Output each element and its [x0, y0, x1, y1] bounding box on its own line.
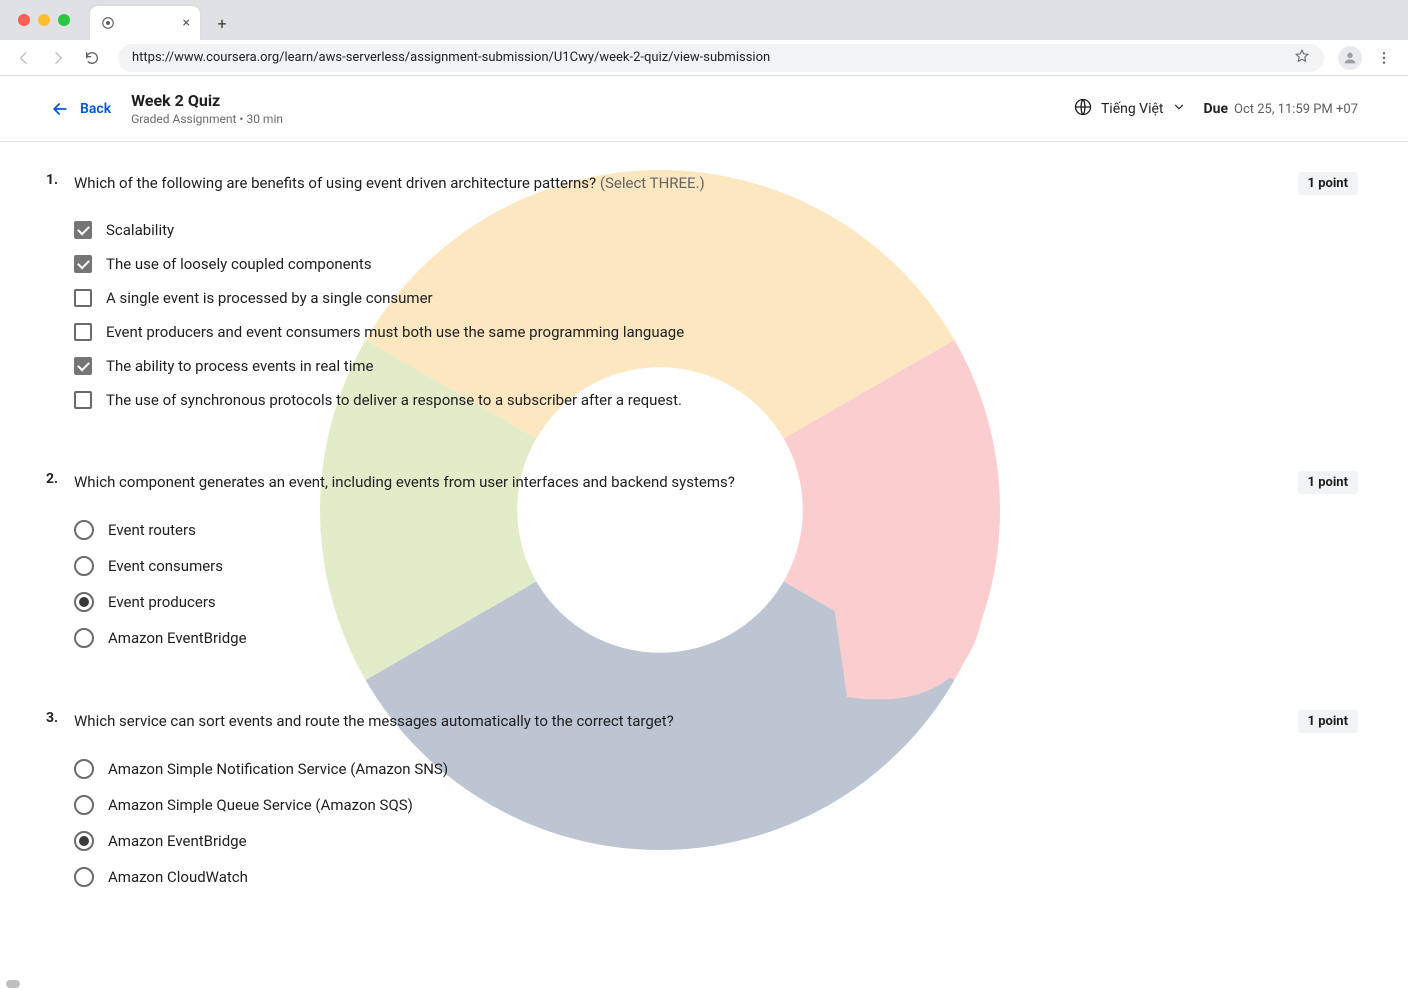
radio-option[interactable]: Amazon Simple Queue Service (Amazon SQS) — [74, 787, 1358, 823]
checkbox-icon[interactable] — [74, 391, 92, 409]
question-hint: (Select THREE.) — [600, 174, 705, 192]
checkbox-option[interactable]: The use of synchronous protocols to deli… — [74, 383, 1358, 417]
content-area: 1.Which of the following are benefits of… — [0, 142, 1408, 990]
kebab-menu-button[interactable] — [1370, 44, 1398, 72]
address-bar-url: https://www.coursera.org/learn/aws-serve… — [132, 50, 1294, 65]
due-label: Due — [1204, 101, 1229, 117]
browser-toolbar: https://www.coursera.org/learn/aws-serve… — [0, 40, 1408, 76]
options-list: Event routers Event consumers Event produc… — [74, 512, 1358, 656]
radio-icon[interactable] — [74, 628, 94, 648]
option-label: Amazon Simple Notification Service (Amaz… — [108, 760, 448, 778]
page-header: Back Week 2 Quiz Graded Assignment • 30 … — [0, 76, 1408, 142]
option-label: Event routers — [108, 521, 196, 539]
header-right: Tiếng Việt Due Oct 25, 11:59 PM +07 — [1073, 97, 1358, 121]
option-label: The ability to process events in real ti… — [106, 357, 373, 375]
nav-back-button[interactable] — [10, 44, 38, 72]
due-date: Due Oct 25, 11:59 PM +07 — [1204, 101, 1358, 117]
question-number: 3. — [46, 710, 74, 895]
checkbox-option[interactable]: The ability to process events in real ti… — [74, 349, 1358, 383]
profile-button[interactable] — [1336, 44, 1364, 72]
browser-chrome: × + https://www.coursera.org/learn/aws-s… — [0, 0, 1408, 76]
checkbox-option[interactable]: A single event is processed by a single … — [74, 281, 1358, 315]
points-badge: 1 point — [1298, 710, 1358, 733]
checkbox-option[interactable]: Event producers and event consumers must… — [74, 315, 1358, 349]
checkbox-icon[interactable] — [74, 221, 92, 239]
due-value: Oct 25, 11:59 PM +07 — [1234, 102, 1358, 117]
option-label: The use of loosely coupled components — [106, 255, 372, 273]
back-link[interactable]: Back — [50, 99, 111, 119]
nav-reload-button[interactable] — [78, 44, 106, 72]
points-badge: 1 point — [1298, 172, 1358, 195]
question-text: Which component generates an event, incl… — [74, 471, 1278, 494]
tab-favicon — [100, 15, 116, 31]
checkbox-option[interactable]: Scalability — [74, 213, 1358, 247]
tab-strip: × + — [0, 0, 1408, 40]
option-label: The use of synchronous protocols to deli… — [106, 391, 682, 409]
window-close-button[interactable] — [18, 14, 30, 26]
option-label: Event producers and event consumers must… — [106, 323, 684, 341]
radio-icon[interactable] — [74, 795, 94, 815]
option-label: Amazon CloudWatch — [108, 868, 248, 886]
new-tab-button[interactable]: + — [208, 9, 236, 37]
option-label: Event producers — [108, 593, 216, 611]
radio-option[interactable]: Event producers — [74, 584, 1358, 620]
options-list: Amazon Simple Notification Service (Amaz… — [74, 751, 1358, 895]
bookmark-star-icon[interactable] — [1294, 48, 1310, 68]
points-badge: 1 point — [1298, 471, 1358, 494]
option-label: Event consumers — [108, 557, 223, 575]
checkbox-icon[interactable] — [74, 289, 92, 307]
window-maximize-button[interactable] — [58, 14, 70, 26]
page-subtitle: Graded Assignment • 30 min — [131, 112, 283, 126]
radio-icon[interactable] — [74, 759, 94, 779]
language-selector[interactable]: Tiếng Việt — [1073, 97, 1186, 121]
radio-option[interactable]: Amazon EventBridge — [74, 620, 1358, 656]
browser-tab[interactable]: × — [90, 6, 200, 40]
quiz-container: 1.Which of the following are benefits of… — [0, 142, 1408, 990]
checkbox-icon[interactable] — [74, 357, 92, 375]
window-controls — [18, 14, 70, 26]
question-body: Which service can sort events and route … — [74, 710, 1358, 895]
question-body: Which of the following are benefits of u… — [74, 172, 1358, 417]
radio-option[interactable]: Event consumers — [74, 548, 1358, 584]
radio-icon[interactable] — [74, 831, 94, 851]
checkbox-icon[interactable] — [74, 323, 92, 341]
checkbox-icon[interactable] — [74, 255, 92, 273]
chevron-down-icon — [1172, 100, 1186, 118]
question-text: Which of the following are benefits of u… — [74, 172, 1278, 195]
options-list: Scalability The use of loosely coupled co… — [74, 213, 1358, 417]
radio-option[interactable]: Amazon EventBridge — [74, 823, 1358, 859]
option-label: Amazon Simple Queue Service (Amazon SQS) — [108, 796, 413, 814]
question-number: 1. — [46, 172, 74, 417]
title-block: Week 2 Quiz Graded Assignment • 30 min — [131, 91, 283, 126]
page-title: Week 2 Quiz — [131, 91, 283, 110]
globe-icon — [1073, 97, 1093, 121]
back-arrow-icon — [50, 99, 70, 119]
question-body: Which component generates an event, incl… — [74, 471, 1358, 656]
option-label: A single event is processed by a single … — [106, 289, 433, 307]
checkbox-option[interactable]: The use of loosely coupled components — [74, 247, 1358, 281]
radio-icon[interactable] — [74, 556, 94, 576]
back-label: Back — [80, 101, 111, 117]
option-label: Amazon EventBridge — [108, 832, 247, 850]
address-bar[interactable]: https://www.coursera.org/learn/aws-serve… — [118, 44, 1324, 72]
radio-option[interactable]: Amazon Simple Notification Service (Amaz… — [74, 751, 1358, 787]
question: 3.Which service can sort events and rout… — [46, 710, 1358, 895]
radio-option[interactable]: Amazon CloudWatch — [74, 859, 1358, 895]
question: 1.Which of the following are benefits of… — [46, 172, 1358, 417]
option-label: Amazon EventBridge — [108, 629, 247, 647]
option-label: Scalability — [106, 221, 174, 239]
window-minimize-button[interactable] — [38, 14, 50, 26]
question-text: Which service can sort events and route … — [74, 710, 1278, 733]
language-label: Tiếng Việt — [1101, 101, 1164, 117]
radio-icon[interactable] — [74, 592, 94, 612]
question-number: 2. — [46, 471, 74, 656]
radio-icon[interactable] — [74, 867, 94, 887]
radio-icon[interactable] — [74, 520, 94, 540]
nav-forward-button[interactable] — [44, 44, 72, 72]
tab-close-button[interactable]: × — [183, 15, 190, 31]
radio-option[interactable]: Event routers — [74, 512, 1358, 548]
question: 2.Which component generates an event, in… — [46, 471, 1358, 656]
